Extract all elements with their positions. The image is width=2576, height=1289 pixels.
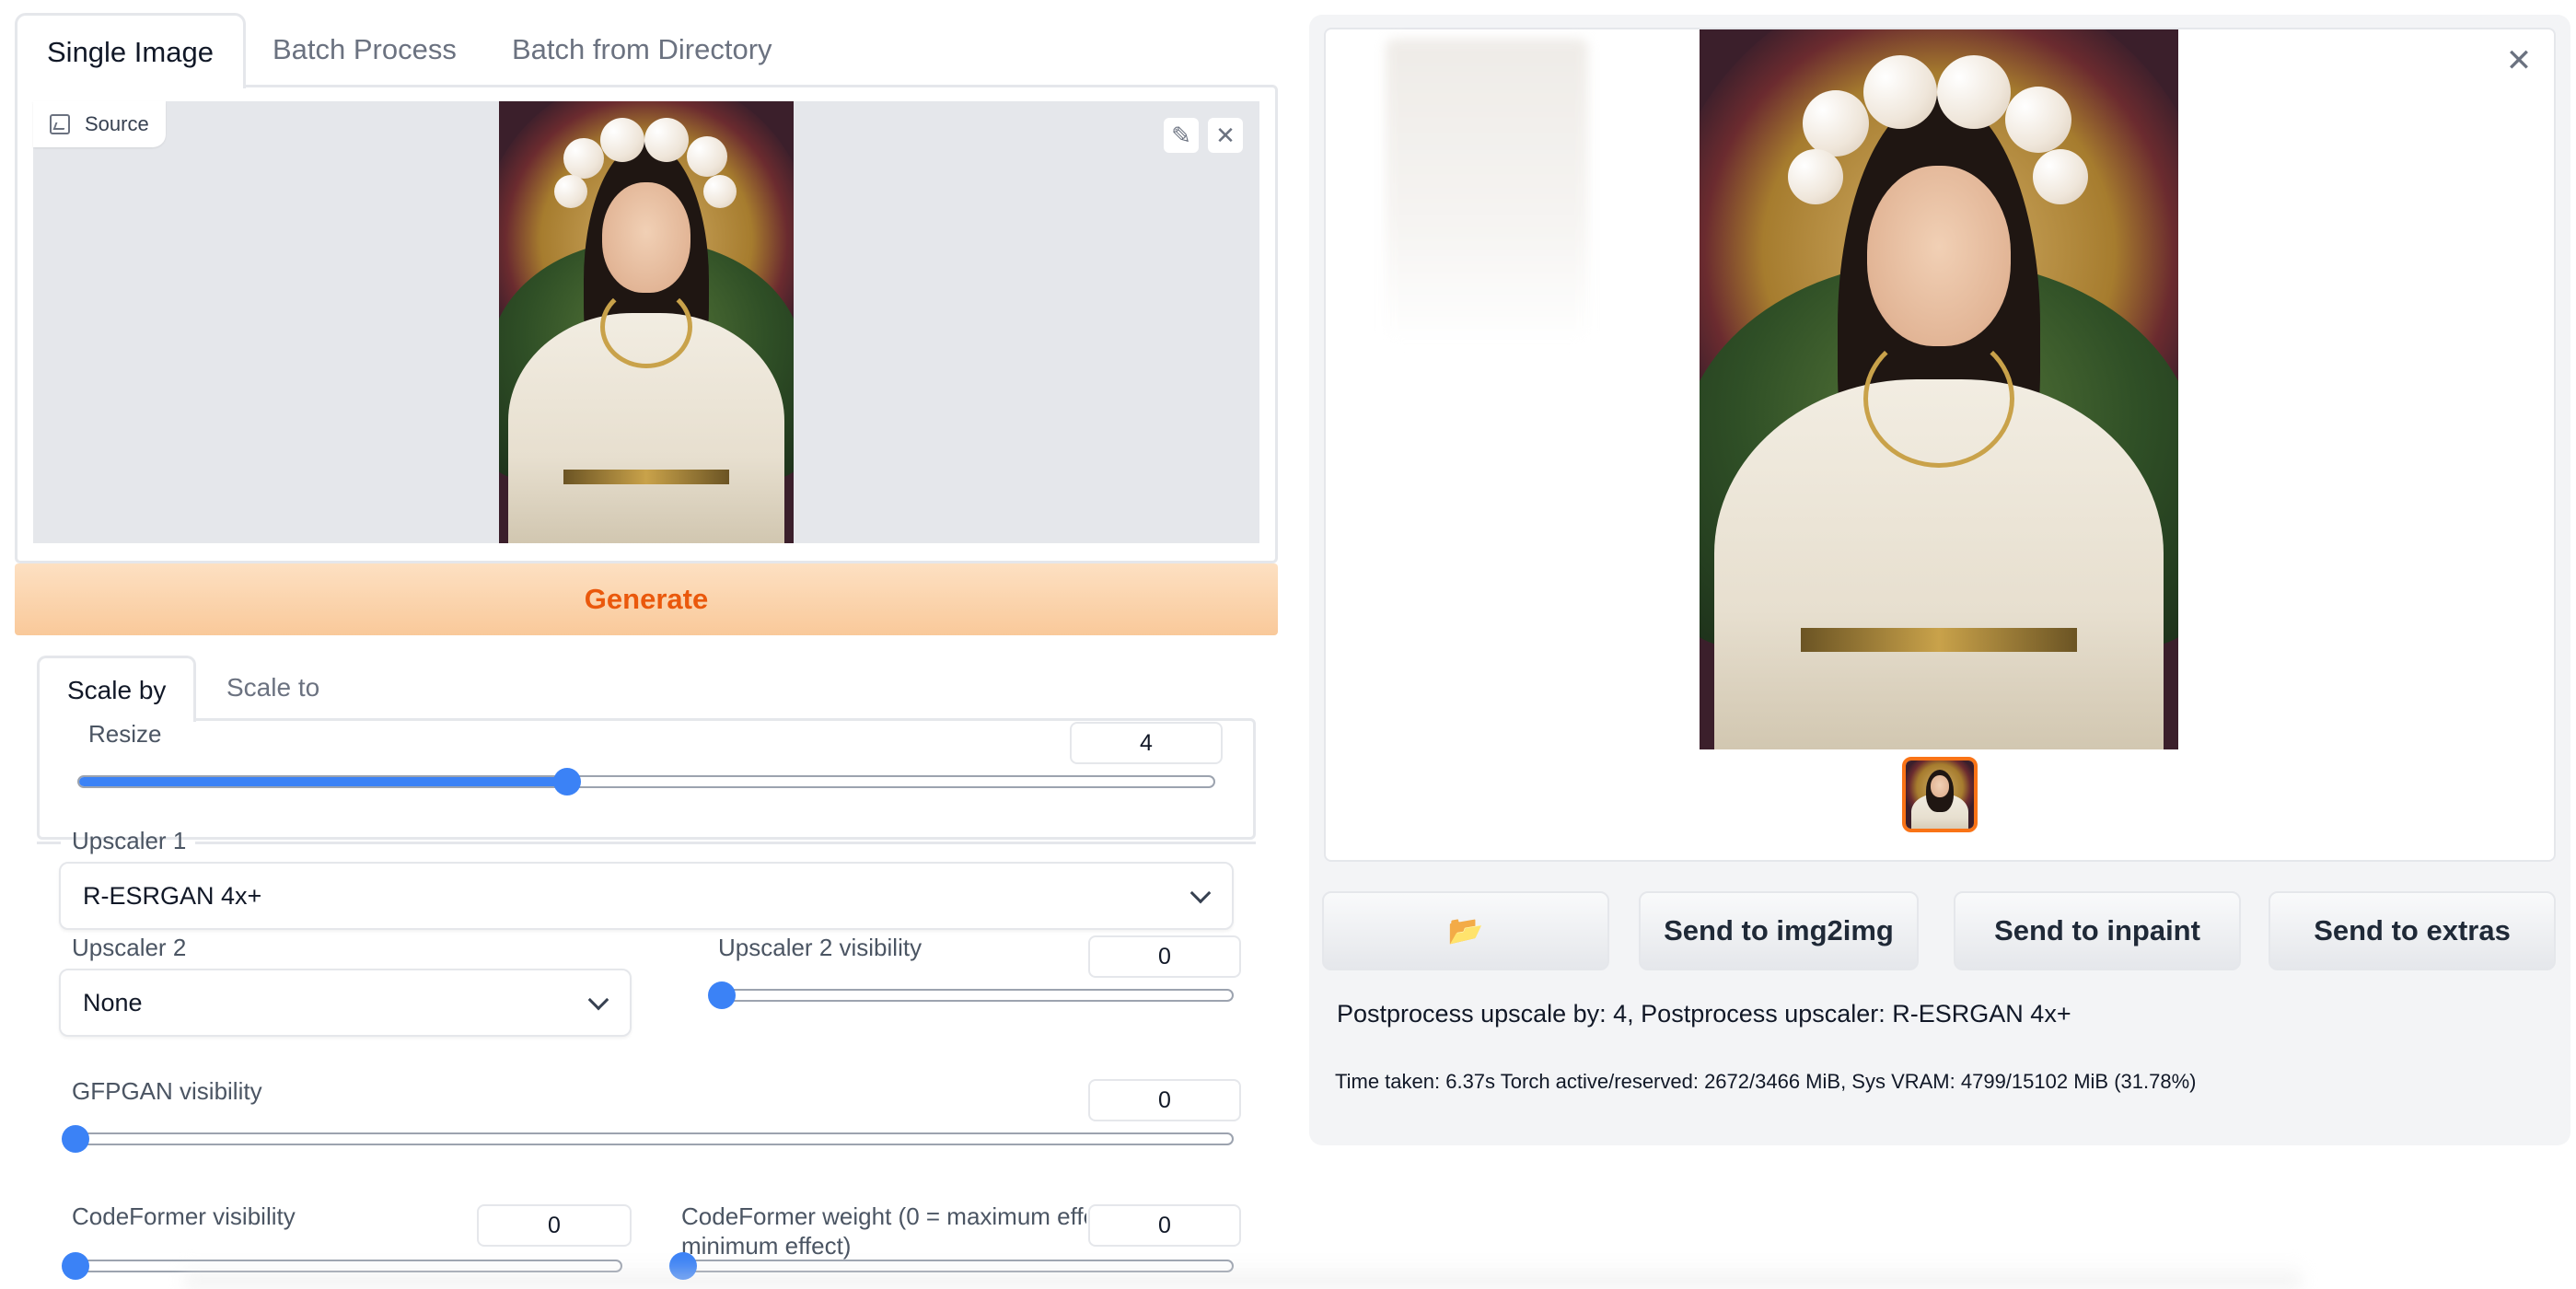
divider <box>37 842 61 844</box>
codeformer-weight-label-line2: minimum effect) <box>681 1232 852 1260</box>
codeformer-visibility-input[interactable]: 0 <box>477 1204 632 1247</box>
upscaler2-visibility-label: Upscaler 2 visibility <box>718 934 922 961</box>
resize-label: Resize <box>88 720 162 748</box>
source-image <box>499 101 794 543</box>
upscaler2-visibility-input[interactable]: 0 <box>1088 935 1241 978</box>
upscaler1-label: Upscaler 1 <box>72 827 187 854</box>
upscaler2-visibility-slider[interactable] <box>708 981 1234 1009</box>
tab-scale-by[interactable]: Scale by <box>37 656 197 722</box>
upscaler1-select[interactable]: R-ESRGAN 4x+ <box>59 862 1234 930</box>
resize-input[interactable]: 4 <box>1070 722 1223 764</box>
chevron-down-icon <box>1189 882 1212 904</box>
upscaler2-value: None <box>83 989 143 1016</box>
source-label: Source <box>33 101 166 147</box>
tab-scale-to[interactable]: Scale to <box>199 656 347 720</box>
pencil-icon[interactable]: ✎ <box>1162 116 1201 155</box>
resize-slider-fill <box>79 777 567 786</box>
tab-single-image[interactable]: Single Image <box>15 13 246 88</box>
codeformer-visibility-slider-thumb[interactable] <box>62 1252 89 1280</box>
upscaler2-label: Upscaler 2 <box>72 934 187 961</box>
source-image-dropzone[interactable] <box>33 101 1259 543</box>
tab-batch-process[interactable]: Batch Process <box>243 13 486 87</box>
output-thumbnail[interactable] <box>1902 757 1978 832</box>
source-label-text: Source <box>85 112 149 135</box>
upscaler1-value: R-ESRGAN 4x+ <box>83 882 262 910</box>
send-to-extras-button[interactable]: Send to extras <box>2269 891 2556 970</box>
codeformer-weight-input[interactable]: 0 <box>1088 1204 1241 1247</box>
divider <box>195 842 1256 844</box>
image-icon <box>50 114 70 134</box>
generation-info: Postprocess upscale by: 4, Postprocess u… <box>1337 1000 2071 1028</box>
upscaler2-visibility-slider-thumb[interactable] <box>708 981 736 1009</box>
generate-button[interactable]: Generate <box>15 563 1278 635</box>
performance-info: Time taken: 6.37s Torch active/reserved:… <box>1335 1070 2197 1093</box>
gfpgan-visibility-label: GFPGAN visibility <box>72 1077 262 1105</box>
resize-slider-thumb[interactable] <box>552 768 581 795</box>
folder-icon: 📂 <box>1447 914 1484 946</box>
upscaler2-select[interactable]: None <box>59 969 632 1037</box>
output-image[interactable] <box>1700 29 2178 749</box>
chevron-down-icon <box>587 989 609 1011</box>
gfpgan-visibility-input[interactable]: 0 <box>1088 1079 1241 1121</box>
close-icon[interactable]: ✕ <box>1206 116 1245 155</box>
send-to-inpaint-button[interactable]: Send to inpaint <box>1954 891 2241 970</box>
resize-slider[interactable] <box>77 768 1215 795</box>
codeformer-visibility-label: CodeFormer visibility <box>72 1202 296 1230</box>
codeformer-weight-label-line1: CodeFormer weight (0 = maximum effe <box>681 1202 1086 1230</box>
close-icon[interactable]: ✕ <box>2501 42 2537 79</box>
send-to-img2img-button[interactable]: Send to img2img <box>1639 891 1919 970</box>
gfpgan-visibility-slider-thumb[interactable] <box>62 1125 89 1153</box>
bottom-shadow <box>184 1261 2302 1289</box>
open-folder-button[interactable]: 📂 <box>1322 891 1609 970</box>
tab-batch-from-directory[interactable]: Batch from Directory <box>482 13 802 87</box>
blurred-preview <box>1386 39 1588 343</box>
gfpgan-visibility-slider[interactable] <box>62 1125 1234 1153</box>
thumbnail-image <box>1906 761 1974 829</box>
